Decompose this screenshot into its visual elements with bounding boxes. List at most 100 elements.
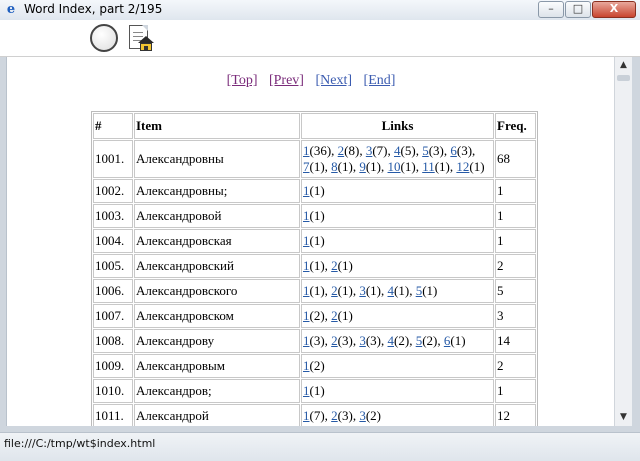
occurrence-count: (1) [434, 159, 450, 174]
header-links: Links [301, 113, 494, 139]
row-item: Александровны; [134, 179, 300, 203]
occurrence-count: (1) [469, 159, 485, 174]
internet-explorer-icon: e [6, 2, 16, 17]
row-links: 1(1), 2(1) [301, 254, 494, 278]
table-row: 1001. Александровны 1(36), 2(8), 3(7), 4(5… [93, 140, 536, 178]
occurrence-link[interactable]: 10 [388, 159, 401, 174]
row-number: 1007. [93, 304, 133, 328]
row-links: 1(2) [301, 354, 494, 378]
row-item: Александровском [134, 304, 300, 328]
status-bar: file:///C:/tmp/wt$index.html [0, 432, 640, 461]
row-frequency: 2 [495, 254, 536, 278]
home-document-icon [126, 24, 154, 52]
occurrence-count: (2) [365, 408, 382, 423]
scroll-down-arrow-icon[interactable]: ▼ [615, 409, 632, 426]
table-row: 1003. Александровой 1(1) 1 [93, 204, 536, 228]
occurrence-count: (1) [365, 283, 382, 298]
row-frequency: 1 [495, 179, 536, 203]
row-frequency: 14 [495, 329, 536, 353]
row-item: Александровская [134, 229, 300, 253]
occurrence-count: (1) [337, 159, 353, 174]
maximize-button[interactable]: □ [565, 1, 591, 18]
row-links: 1(1) [301, 379, 494, 403]
occurrence-count: (2) [309, 358, 325, 373]
row-frequency: 12 [495, 404, 536, 426]
nav-top-link[interactable]: [Top] [227, 73, 258, 88]
table-row: 1009. Александровым 1(2) 2 [93, 354, 536, 378]
nav-end-link[interactable]: [End] [364, 73, 396, 88]
table-row: 1010. Александров; 1(1) 1 [93, 379, 536, 403]
table-row: 1008. Александрову 1(3), 2(3), 3(3), 4(2),… [93, 329, 536, 353]
nav-prev-link[interactable]: [Prev] [269, 73, 304, 88]
occurrence-count: (36) [309, 143, 332, 158]
close-button[interactable]: X [592, 1, 636, 18]
row-links: 1(2), 2(1) [301, 304, 494, 328]
table-header-row: # Item Links Freq. [93, 113, 536, 139]
back-button[interactable] [88, 22, 120, 54]
row-number: 1009. [93, 354, 133, 378]
house-shape [138, 36, 154, 51]
row-item: Александровны [134, 140, 300, 178]
back-circle-icon [90, 24, 118, 52]
table-row: 1005. Александровский 1(1), 2(1) 2 [93, 254, 536, 278]
scrollbar-thumb[interactable] [617, 75, 630, 81]
row-number: 1001. [93, 140, 133, 178]
row-links: 1(1) [301, 204, 494, 228]
row-frequency: 68 [495, 140, 536, 178]
row-item: Александровым [134, 354, 300, 378]
occurrence-count: (3) [456, 143, 473, 158]
occurrence-count: (1) [337, 283, 353, 298]
occurrence-count: (1) [365, 159, 382, 174]
row-number: 1008. [93, 329, 133, 353]
occurrence-count: (1) [337, 258, 353, 273]
row-item: Александровского [134, 279, 300, 303]
minimize-button[interactable]: – [538, 1, 564, 18]
word-index-table: # Item Links Freq. 1001. Александровны 1(3… [91, 111, 538, 426]
row-number: 1006. [93, 279, 133, 303]
occurrence-count: (5) [400, 143, 416, 158]
occurrence-link[interactable]: 11 [422, 159, 435, 174]
occurrence-count: (7) [309, 408, 325, 423]
row-frequency: 5 [495, 279, 536, 303]
row-number: 1004. [93, 229, 133, 253]
table-row: 1004. Александровская 1(1) 1 [93, 229, 536, 253]
index-navigation: [Top] [Prev] [Next] [End] [7, 73, 615, 89]
occurrence-count: (7) [372, 143, 388, 158]
table-row: 1002. Александровны; 1(1) 1 [93, 179, 536, 203]
row-number: 1003. [93, 204, 133, 228]
status-url: file:///C:/tmp/wt$index.html [4, 437, 156, 450]
scroll-up-arrow-icon[interactable]: ▲ [615, 57, 632, 74]
row-number: 1010. [93, 379, 133, 403]
title-bar: e Word Index, part 2/195 – □ X [0, 0, 640, 21]
occurrence-link[interactable]: 12 [456, 159, 469, 174]
row-links: 1(7), 2(3), 3(2) [301, 404, 494, 426]
occurrence-count: (1) [309, 383, 325, 398]
occurrence-count: (1) [309, 183, 325, 198]
window-controls: – □ X [537, 1, 636, 18]
occurrence-count: (1) [422, 283, 438, 298]
vertical-scrollbar[interactable]: ▲ ▼ [614, 57, 632, 426]
row-links: 1(1), 2(1), 3(1), 4(1), 5(1) [301, 279, 494, 303]
row-links: 1(1) [301, 179, 494, 203]
row-frequency: 3 [495, 304, 536, 328]
row-frequency: 1 [495, 379, 536, 403]
row-number: 1005. [93, 254, 133, 278]
occurrence-count: (1) [309, 283, 325, 298]
occurrence-count: (2) [422, 333, 438, 348]
row-frequency: 1 [495, 229, 536, 253]
header-item: Item [134, 113, 300, 139]
row-item: Александровой [134, 204, 300, 228]
row-links: 1(1) [301, 229, 494, 253]
occurrence-count: (1) [309, 208, 325, 223]
table-row: 1011. Александрой 1(7), 2(3), 3(2) 12 [93, 404, 536, 426]
header-frequency: Freq. [495, 113, 536, 139]
nav-next-link[interactable]: [Next] [315, 73, 352, 88]
occurrence-count: (1) [394, 283, 410, 298]
occurrence-count: (1) [450, 333, 466, 348]
row-frequency: 2 [495, 354, 536, 378]
row-number: 1011. [93, 404, 133, 426]
row-item: Александрову [134, 329, 300, 353]
page-content: [Top] [Prev] [Next] [End] # Item Links F… [6, 57, 615, 426]
row-item: Александровский [134, 254, 300, 278]
home-button[interactable] [124, 22, 156, 54]
